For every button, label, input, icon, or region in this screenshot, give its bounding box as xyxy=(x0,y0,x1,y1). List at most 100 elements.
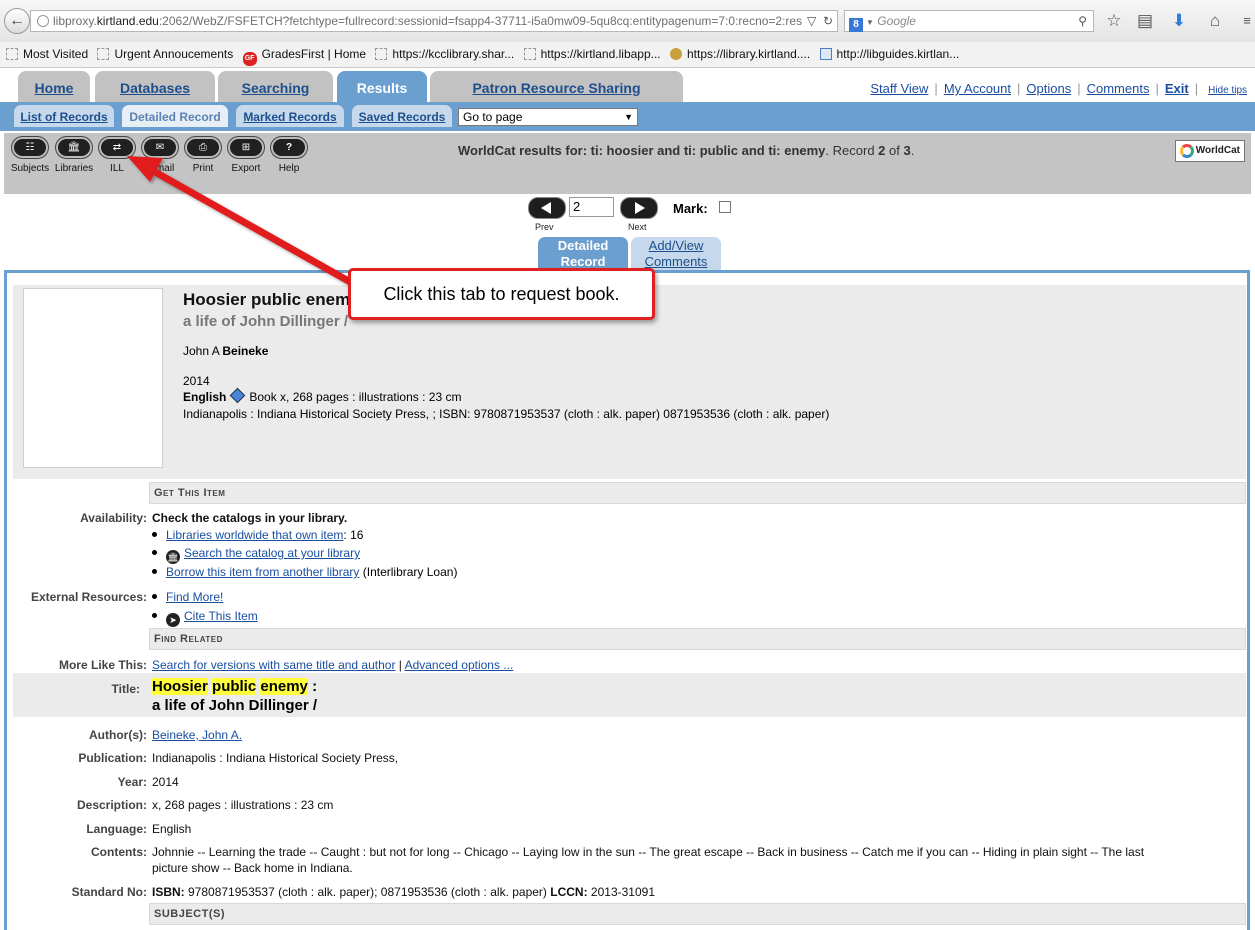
library-icon: 🏛 xyxy=(56,137,92,158)
reload-icon[interactable]: ↻ xyxy=(823,14,833,28)
browser-search-input[interactable]: 8 ▼ Google ⚲ xyxy=(844,10,1094,32)
annotation-callout: Click this tab to request book. xyxy=(348,268,655,320)
search-engine-dropdown-icon[interactable]: ▼ xyxy=(866,18,874,27)
main-tabs: Home Databases Searching Results Patron … xyxy=(0,68,1255,102)
home-icon[interactable]: ⌂ xyxy=(1204,10,1226,32)
record-content: Hoosier public enemy : a life of John Di… xyxy=(4,270,1250,930)
dropdown-arrow-icon[interactable]: ▽ xyxy=(807,14,816,28)
get-this-item-header: Get This Item xyxy=(149,482,1246,504)
export-tool[interactable]: ⊞ Export xyxy=(226,137,266,174)
libraries-tool[interactable]: 🏛 Libraries xyxy=(54,137,94,174)
description-value: x, 268 pages : illustrations : 23 cm xyxy=(152,798,334,812)
cite-icon: ➤ xyxy=(166,613,180,627)
list-item: Libraries worldwide that own item: 16 xyxy=(152,528,363,542)
title-value: Hoosier public enemy : xyxy=(152,678,318,695)
title-label: Title: xyxy=(111,682,140,696)
reading-list-icon[interactable]: ▤ xyxy=(1134,10,1156,32)
subtab-detailed-record[interactable]: Detailed Record xyxy=(122,105,228,127)
title-subtitle: a life of John Dillinger / xyxy=(152,697,318,714)
subtab-list-of-records[interactable]: List of Records xyxy=(14,105,114,127)
worldcat-logo[interactable]: WorldCat xyxy=(1175,140,1245,162)
tab-home[interactable]: Home xyxy=(18,71,90,102)
go-to-page-select[interactable]: Go to page ▼ xyxy=(458,108,638,126)
contents-line-1: Johnnie -- Learning the trade -- Caught … xyxy=(152,845,1145,859)
tab-searching[interactable]: Searching xyxy=(218,71,333,102)
search-icon[interactable]: ⚲ xyxy=(1078,11,1087,31)
downloads-icon[interactable]: ⬇ xyxy=(1168,10,1190,32)
page-icon xyxy=(523,48,536,60)
url-bar[interactable]: libproxy.kirtland.edu:2062/WebZ/FSFETCH?… xyxy=(30,10,838,32)
bookmark-libapp[interactable]: https://kirtland.libapp... xyxy=(523,42,661,67)
contents-label: Contents: xyxy=(91,845,147,859)
export-icon: ⊞ xyxy=(228,137,264,158)
help-icon: ? xyxy=(271,137,307,158)
mark-label: Mark: xyxy=(673,201,708,216)
summary-publication: Indianapolis : Indiana Historical Societ… xyxy=(183,407,830,421)
list-item: ➤ Cite This Item xyxy=(152,609,258,627)
libraries-worldwide-link[interactable]: Libraries worldwide that own item xyxy=(166,528,343,542)
subjects-tool[interactable]: ☷ Subjects xyxy=(10,137,50,174)
cite-this-item-link[interactable]: Cite This Item xyxy=(184,609,258,623)
language-value: English xyxy=(152,822,192,836)
next-label: Next xyxy=(628,222,647,232)
author-link[interactable]: Beineke, John A. xyxy=(152,728,242,742)
tab-add-view-comments[interactable]: Add/View Comments xyxy=(631,237,721,270)
menu-icon[interactable]: ≡ xyxy=(1236,10,1255,32)
list-item: Find More! xyxy=(152,590,223,604)
comments-link[interactable]: Comments xyxy=(1087,81,1150,96)
mark-checkbox[interactable] xyxy=(719,201,731,213)
year-label: Year: xyxy=(117,775,147,789)
hide-tips-link[interactable]: Hide tips xyxy=(1208,85,1247,96)
top-links: Staff View | My Account | Options | Comments | E… xyxy=(870,81,1247,96)
bookmarks-bar: Most Visited Urgent Annoucements GF Grade… xyxy=(0,42,1255,68)
bookmark-most-visited[interactable]: Most Visited xyxy=(6,42,88,67)
description-label: Description: xyxy=(76,798,147,812)
libguides-icon xyxy=(819,48,832,60)
exit-link[interactable]: Exit xyxy=(1165,81,1189,96)
tab-patron-resource-sharing[interactable]: Patron Resource Sharing xyxy=(430,71,683,102)
find-more-link[interactable]: Find More! xyxy=(166,590,223,604)
options-link[interactable]: Options xyxy=(1026,81,1071,96)
help-tool[interactable]: ? Help xyxy=(269,137,309,174)
bookmark-folder-icon xyxy=(6,48,18,60)
page-icon xyxy=(97,48,110,60)
email-tool[interactable]: ✉ E-mail xyxy=(140,137,180,174)
prev-button[interactable] xyxy=(528,197,566,219)
book-format-icon xyxy=(230,387,246,404)
bookmark-urgent[interactable]: Urgent Annoucements xyxy=(97,42,233,67)
subtab-saved-records[interactable]: Saved Records xyxy=(352,105,452,127)
language-label: Language: xyxy=(86,822,147,836)
arrow-right-icon xyxy=(635,202,645,214)
tab-results[interactable]: Results xyxy=(337,71,427,102)
record-number-input[interactable]: 2 xyxy=(569,197,614,217)
search-versions-link[interactable]: Search for versions with same title and … xyxy=(152,658,395,672)
record-toolbar: ☷ Subjects 🏛 Libraries ⇄ ILL ✉ E-mail ⎙ Print… xyxy=(4,133,1251,194)
subtab-marked-records[interactable]: Marked Records xyxy=(236,105,344,127)
staff-view-link[interactable]: Staff View xyxy=(870,81,928,96)
borrow-ill-link[interactable]: Borrow this item from another library xyxy=(166,565,359,579)
page-icon xyxy=(375,48,388,60)
search-catalog-link[interactable]: Search the catalog at your library xyxy=(184,546,360,560)
my-account-link[interactable]: My Account xyxy=(944,81,1011,96)
tab-databases[interactable]: Databases xyxy=(95,71,215,102)
search-placeholder: Google xyxy=(877,14,916,28)
advanced-options-link[interactable]: Advanced options ... xyxy=(405,658,514,672)
standard-no-value: ISBN: 9780871953537 (cloth : alk. paper)… xyxy=(152,885,655,899)
bookmark-library-kirtland[interactable]: https://library.kirtland.... xyxy=(670,42,810,67)
print-tool[interactable]: ⎙ Print xyxy=(183,137,223,174)
bookmark-kcclibrary[interactable]: https://kcclibrary.shar... xyxy=(375,42,514,67)
external-resources-label: External Resources: xyxy=(30,590,147,604)
summary-author: John A Beineke xyxy=(183,344,269,358)
contents-line-2: picture show -- Back home in Indiana. xyxy=(152,861,353,875)
next-button[interactable] xyxy=(620,197,658,219)
google-icon: 8 xyxy=(849,18,863,32)
url-rest: :2062/WebZ/FSFETCH?fetchtype=fullrecord:… xyxy=(158,14,803,28)
bookmark-star-icon[interactable]: ☆ xyxy=(1103,10,1125,32)
url-controls: ▽ ↻ xyxy=(803,11,833,31)
back-button[interactable]: ← xyxy=(4,8,30,34)
browser-toolbar: ← libproxy.kirtland.edu:2062/WebZ/FSFETC… xyxy=(0,0,1255,42)
ill-tool[interactable]: ⇄ ILL xyxy=(97,137,137,174)
bookmark-libguides[interactable]: http://libguides.kirtlan... xyxy=(819,42,959,67)
bookmark-gradesfirst[interactable]: GF GradesFirst | Home xyxy=(242,42,366,67)
tab-detailed-record[interactable]: Detailed Record xyxy=(538,237,628,270)
